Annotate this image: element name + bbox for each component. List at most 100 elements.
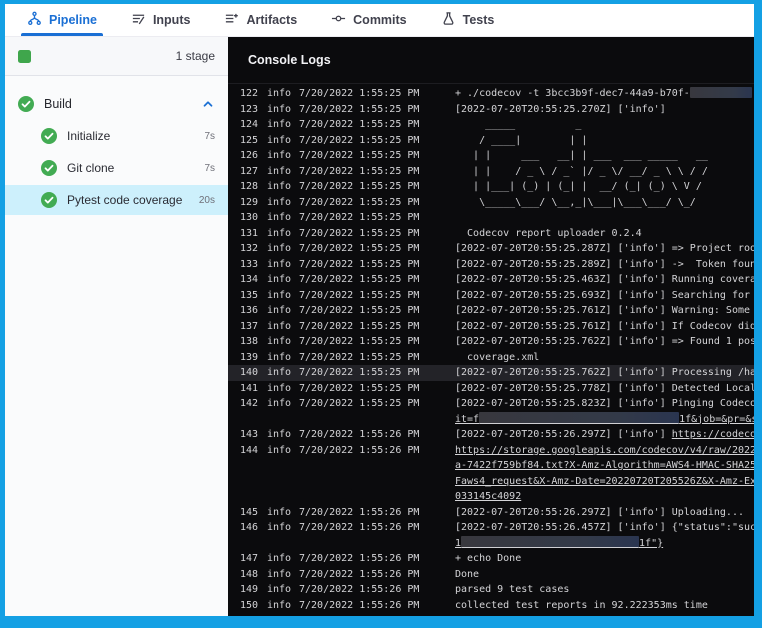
step-git-clone[interactable]: Git clone7s (5, 153, 228, 183)
log-text: [2022-07-20T20:55:25.762Z] ['info'] => F… (455, 336, 754, 347)
step-label: Pytest code coverage (67, 193, 182, 207)
log-line-number (234, 412, 258, 428)
log-line-number (234, 474, 258, 490)
log-timestamp: 7/20/2022 1:55:25 PM (299, 195, 455, 211)
commits-icon (331, 11, 346, 29)
tab-inputs[interactable]: Inputs (131, 4, 191, 36)
log-message: | | / _ \ / _` |/ _ \/ __/ _ \ \ / / (455, 164, 754, 180)
tab-tests[interactable]: Tests (441, 4, 495, 36)
log-link[interactable]: 033145c4092 (455, 491, 521, 502)
tab-artifacts[interactable]: Artifacts (224, 4, 297, 36)
log-message: [2022-07-20T20:55:25.270Z] ['info'] (455, 102, 754, 118)
log-level: info (267, 102, 299, 118)
stage-summary-bar: 1 stage (5, 37, 228, 76)
log-timestamp: 7/20/2022 1:55:25 PM (299, 102, 455, 118)
log-link[interactable]: https://codecov.io/ (672, 429, 754, 440)
log-line-number: 149 (234, 582, 258, 598)
log-line-number: 130 (234, 210, 258, 226)
log-message: + echo Done (455, 551, 754, 567)
log-text: [2022-07-20T20:55:26.297Z] ['info'] (455, 429, 672, 440)
pipeline-window: Pipeline Inputs Artifacts Commits Tests 1 st… (5, 4, 754, 616)
log-text: / ____| | | (455, 135, 587, 146)
artifacts-icon (224, 11, 239, 29)
log-level: info (267, 396, 299, 412)
log-level: info (267, 443, 299, 459)
log-level: info (267, 179, 299, 195)
log-level: info (267, 334, 299, 350)
inputs-icon (131, 11, 146, 29)
log-row: 147info7/20/2022 1:55:26 PM+ echo Done (228, 551, 754, 567)
log-text: [2022-07-20T20:55:25.762Z] ['info'] Proc… (455, 367, 754, 378)
log-level: info (267, 520, 299, 536)
log-line-number (234, 489, 258, 505)
tab-pipeline[interactable]: Pipeline (27, 4, 97, 36)
log-row: 124info7/20/2022 1:55:25 PM _____ _ (228, 117, 754, 133)
log-area[interactable]: 122info7/20/2022 1:55:25 PM+ ./codecov -… (228, 84, 754, 616)
log-timestamp: 7/20/2022 1:55:26 PM (299, 567, 455, 583)
log-link[interactable]: a-7422f759bf84.txt?X-Amz-Algorithm=AWS4-… (455, 460, 754, 471)
log-row: 144info7/20/2022 1:55:26 PMhttps://stora… (228, 443, 754, 459)
log-row-continuation: 033145c4092 (228, 489, 754, 505)
chevron-up-icon[interactable] (201, 97, 215, 111)
console-title: Console Logs (248, 53, 331, 67)
log-link[interactable]: 1f&job=&pr=&se (679, 414, 754, 425)
log-message (455, 210, 754, 226)
log-link[interactable]: https://storage.googleapis.com/codecov/v… (455, 445, 754, 456)
log-message: Codecov report uploader 0.2.4 (455, 226, 754, 242)
stage-group-build[interactable]: Build (5, 89, 228, 119)
log-line-number: 123 (234, 102, 258, 118)
tab-commits[interactable]: Commits (331, 4, 406, 36)
log-text: Codecov report uploader 0.2.4 (455, 228, 642, 239)
log-row: 131info7/20/2022 1:55:25 PM Codecov repo… (228, 226, 754, 242)
log-message: [2022-07-20T20:55:26.297Z] ['info'] Uplo… (455, 505, 754, 521)
log-row: 143info7/20/2022 1:55:26 PM[2022-07-20T2… (228, 427, 754, 443)
log-level: info (267, 365, 299, 381)
log-level: info (267, 148, 299, 164)
log-row-continuation: Faws4_request&X-Amz-Date=20220720T205526… (228, 474, 754, 490)
stage-sidebar: 1 stage Build Initialize7sGit clone7sPyt… (5, 37, 228, 616)
log-text: [2022-07-20T20:55:25.778Z] ['info'] Dete… (455, 383, 754, 394)
log-text: [2022-07-20T20:55:25.463Z] ['info'] Runn… (455, 274, 754, 285)
log-link[interactable]: it=f (455, 414, 479, 425)
console-header: Console Logs (228, 37, 754, 84)
log-text: Done (455, 569, 479, 580)
log-text: [2022-07-20T20:55:25.270Z] ['info'] (455, 104, 666, 115)
log-line-number: 122 (234, 86, 258, 102)
log-timestamp: 7/20/2022 1:55:25 PM (299, 179, 455, 195)
log-timestamp: 7/20/2022 1:55:26 PM (299, 551, 455, 567)
log-level: info (267, 226, 299, 242)
log-level: info (267, 133, 299, 149)
log-timestamp: 7/20/2022 1:55:25 PM (299, 210, 455, 226)
log-text: parsed 9 test cases (455, 584, 569, 595)
log-row: 135info7/20/2022 1:55:25 PM[2022-07-20T2… (228, 288, 754, 304)
log-message: [2022-07-20T20:55:25.289Z] ['info'] -> T… (455, 257, 754, 273)
step-duration: 20s (199, 195, 215, 206)
step-label: Initialize (67, 129, 110, 143)
log-text: [2022-07-20T20:55:25.761Z] ['info'] If C… (455, 321, 754, 332)
log-message: | |___| (_) | (_| | __/ (_| (_) \ V / (455, 179, 754, 195)
step-pytest-code-coverage[interactable]: Pytest code coverage 20s (5, 185, 228, 215)
main-area: 1 stage Build Initialize7sGit clone7sPyt… (5, 37, 754, 616)
log-row-continuation: a-7422f759bf84.txt?X-Amz-Algorithm=AWS4-… (228, 458, 754, 474)
log-row: 127info7/20/2022 1:55:25 PM | | / _ \ / … (228, 164, 754, 180)
log-row: 150info7/20/2022 1:55:26 PMcollected tes… (228, 598, 754, 614)
log-line-number: 135 (234, 288, 258, 304)
log-level: info (267, 598, 299, 614)
log-link[interactable]: 1f"} (639, 538, 663, 549)
log-level: info (267, 582, 299, 598)
log-level: info (267, 551, 299, 567)
log-link[interactable]: Faws4_request&X-Amz-Date=20220720T205526… (455, 476, 754, 487)
log-level (267, 489, 299, 505)
step-label: Git clone (67, 161, 114, 175)
log-row-continuation: 11f"} (228, 536, 754, 552)
redacted-text (690, 87, 752, 98)
log-text: [2022-07-20T20:55:25.289Z] ['info'] -> T… (455, 259, 754, 270)
log-message: \_____\___/ \__,_|\___|\___\___/ \_/ (455, 195, 754, 211)
log-timestamp: 7/20/2022 1:55:25 PM (299, 133, 455, 149)
tab-label: Commits (353, 13, 406, 27)
step-initialize[interactable]: Initialize7s (5, 121, 228, 151)
pipeline-icon (27, 11, 42, 29)
log-message: Done (455, 567, 754, 583)
log-level (267, 474, 299, 490)
log-timestamp: 7/20/2022 1:55:25 PM (299, 303, 455, 319)
